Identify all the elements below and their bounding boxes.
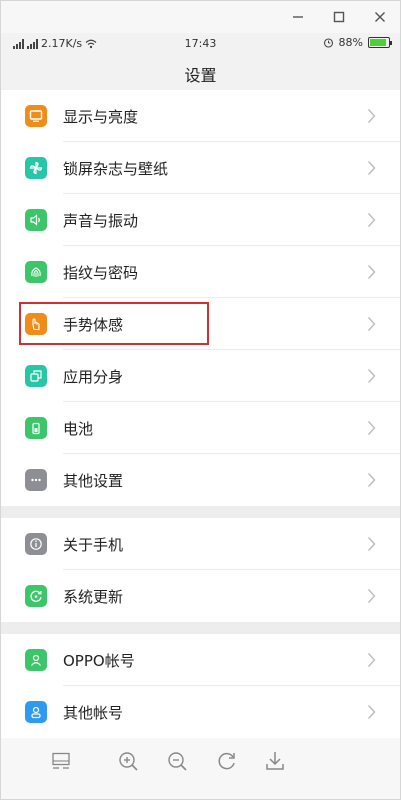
zoom-in-icon[interactable] [116, 749, 140, 773]
app-window: 2.17K/s 17:43 88% 设置 显示与亮度 锁屏杂志与壁纸 声音与振动 指纹… [0, 0, 401, 800]
settings-list: 显示与亮度锁屏杂志与壁纸 声音与振动指纹与密码手势体感应用分身电池其他设置关于手机… [1, 90, 400, 738]
settings-item-label: 声音与振动 [63, 211, 139, 230]
chevron-right-icon [367, 588, 376, 608]
settings-item-label: 锁屏杂志与壁纸 [63, 159, 169, 178]
settings-item-label: 关于手机 [63, 535, 124, 554]
download-icon[interactable] [263, 749, 287, 773]
settings-item-label: 手势体感 [63, 315, 124, 334]
fingerprint-icon [25, 261, 47, 283]
chevron-right-icon [367, 316, 376, 336]
section-divider [1, 622, 400, 634]
settings-item[interactable]: 显示与亮度 [1, 90, 400, 142]
settings-item[interactable]: 电池 [1, 402, 400, 454]
hand-gesture-icon [25, 313, 47, 335]
chevron-right-icon [367, 536, 376, 556]
chevron-right-icon [367, 368, 376, 388]
settings-item-label: 应用分身 [63, 367, 124, 386]
user-icon [25, 649, 47, 671]
chevron-right-icon [367, 108, 376, 128]
settings-item[interactable]: 其他设置 [1, 454, 400, 506]
window-titlebar [1, 1, 400, 33]
settings-item[interactable]: 关于手机 [1, 518, 400, 570]
more-icon [25, 469, 47, 491]
battery-icon [25, 417, 47, 439]
maximize-icon[interactable] [328, 7, 350, 27]
info-icon [25, 533, 47, 555]
chevron-right-icon [367, 472, 376, 492]
account-icon [25, 701, 47, 723]
battery-percent: 88% [338, 36, 363, 49]
settings-item-label: 系统更新 [63, 587, 124, 606]
pinwheel-icon [25, 157, 47, 179]
app-clone-icon [25, 365, 47, 387]
section-divider [1, 506, 400, 518]
display-icon [25, 105, 47, 127]
settings-item[interactable]: 系统更新 [1, 570, 400, 622]
alarm-icon [323, 38, 333, 48]
chevron-right-icon [367, 264, 376, 284]
settings-item-label: 其他帐号 [63, 703, 124, 722]
chevron-right-icon [367, 420, 376, 440]
settings-item[interactable]: 锁屏杂志与壁纸 [1, 142, 400, 194]
update-icon [25, 585, 47, 607]
settings-item[interactable]: 手势体感 [1, 298, 400, 350]
rotate-icon[interactable] [215, 749, 239, 773]
chevron-right-icon [367, 212, 376, 232]
settings-item[interactable]: 指纹与密码 [1, 246, 400, 298]
settings-item-label: 指纹与密码 [63, 263, 139, 282]
settings-item[interactable]: 其他帐号 [1, 686, 400, 738]
settings-item[interactable]: 应用分身 [1, 350, 400, 402]
settings-item-label: 其他设置 [63, 471, 124, 490]
chevron-right-icon [367, 160, 376, 180]
phone-status-bar: 2.17K/s 17:43 88% [1, 33, 400, 55]
bottom-toolbar [1, 741, 400, 781]
settings-item-label: 显示与亮度 [63, 107, 139, 126]
chevron-right-icon [367, 704, 376, 724]
close-icon[interactable] [369, 7, 391, 27]
minimize-icon[interactable] [287, 7, 309, 27]
screen-icon[interactable] [49, 749, 73, 773]
settings-item[interactable]: 声音与振动 [1, 194, 400, 246]
zoom-out-icon[interactable] [165, 749, 189, 773]
battery-indicator [368, 37, 392, 48]
settings-item[interactable]: OPPO帐号 [1, 634, 400, 686]
speaker-icon [25, 209, 47, 231]
settings-item-label: 电池 [63, 419, 94, 438]
chevron-right-icon [367, 652, 376, 672]
settings-item-label: OPPO帐号 [63, 651, 135, 670]
